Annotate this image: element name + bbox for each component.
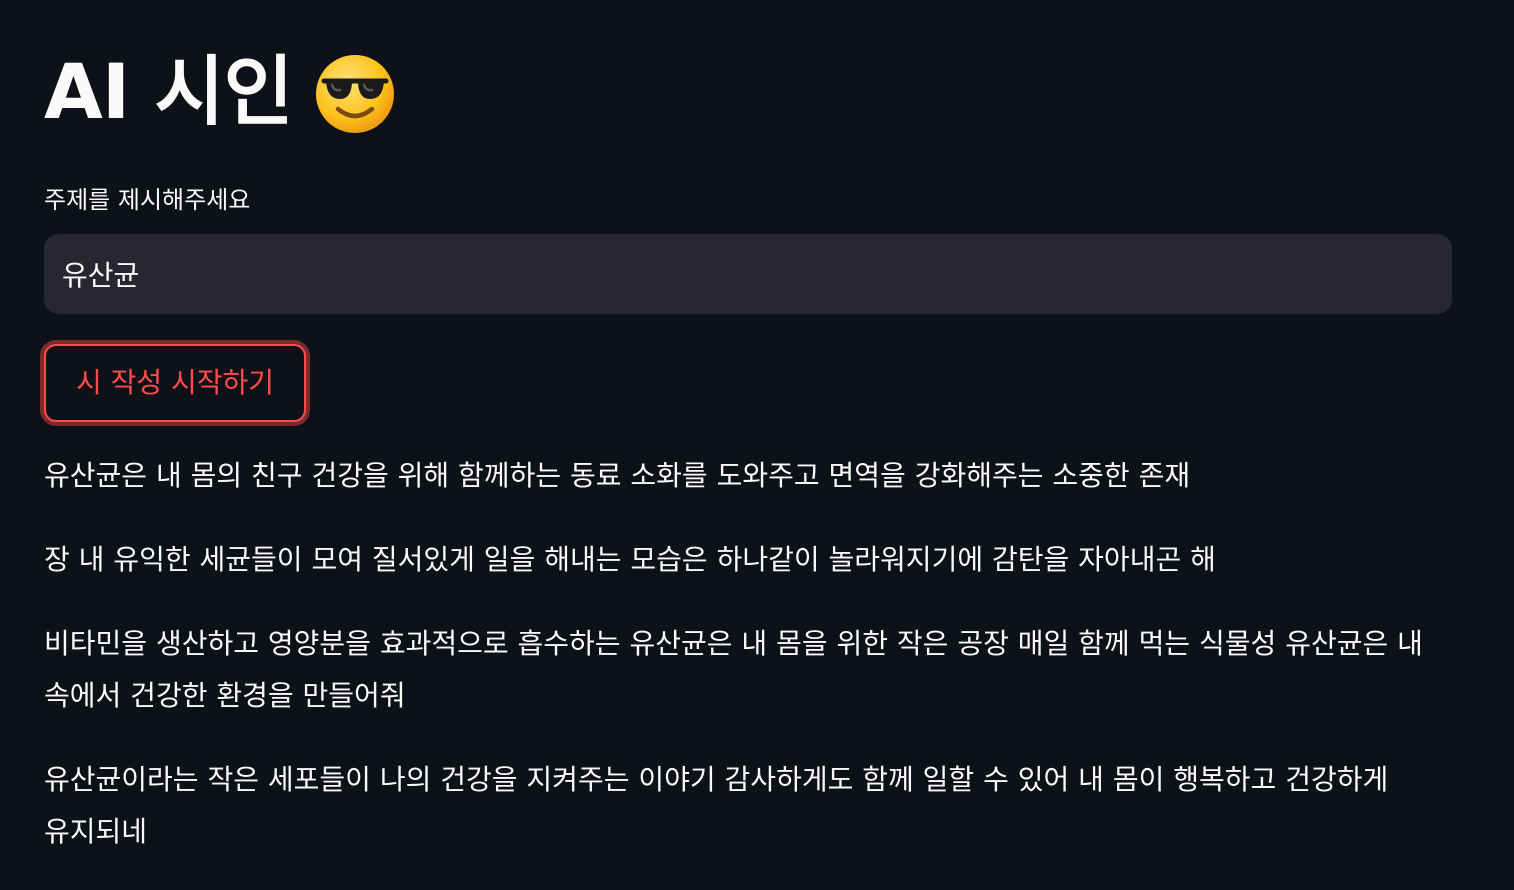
- title-row: AI 시인: [44, 44, 396, 140]
- start-poem-button[interactable]: 시 작성 시작하기: [44, 344, 306, 422]
- topic-input[interactable]: [44, 234, 1452, 314]
- poem-paragraph: 비타민을 생산하고 영양분을 효과적으로 흡수하는 유산균은 내 몸을 위한 작…: [44, 627, 1423, 712]
- poem-paragraph: 유산균은 내 몸의 친구 건강을 위해 함께하는 동료 소화를 도와주고 면역을…: [44, 459, 1191, 492]
- sunglasses-smiling-face-icon: [316, 55, 395, 133]
- poem-paragraph: 장 내 유익한 세균들이 모여 질서있게 일을 해내는 모습은 하나같이 놀라워…: [44, 543, 1216, 576]
- page-title: AI 시인: [44, 47, 293, 136]
- topic-input-label: 주제를 제시해주세요: [44, 186, 251, 214]
- poem-paragraph: 유산균이라는 작은 세포들이 나의 건강을 지켜주는 이야기 감사하게도 함께 …: [44, 763, 1389, 848]
- poem-output: 유산균은 내 몸의 친구 건강을 위해 함께하는 동료 소화를 도와주고 면역을…: [44, 450, 1452, 890]
